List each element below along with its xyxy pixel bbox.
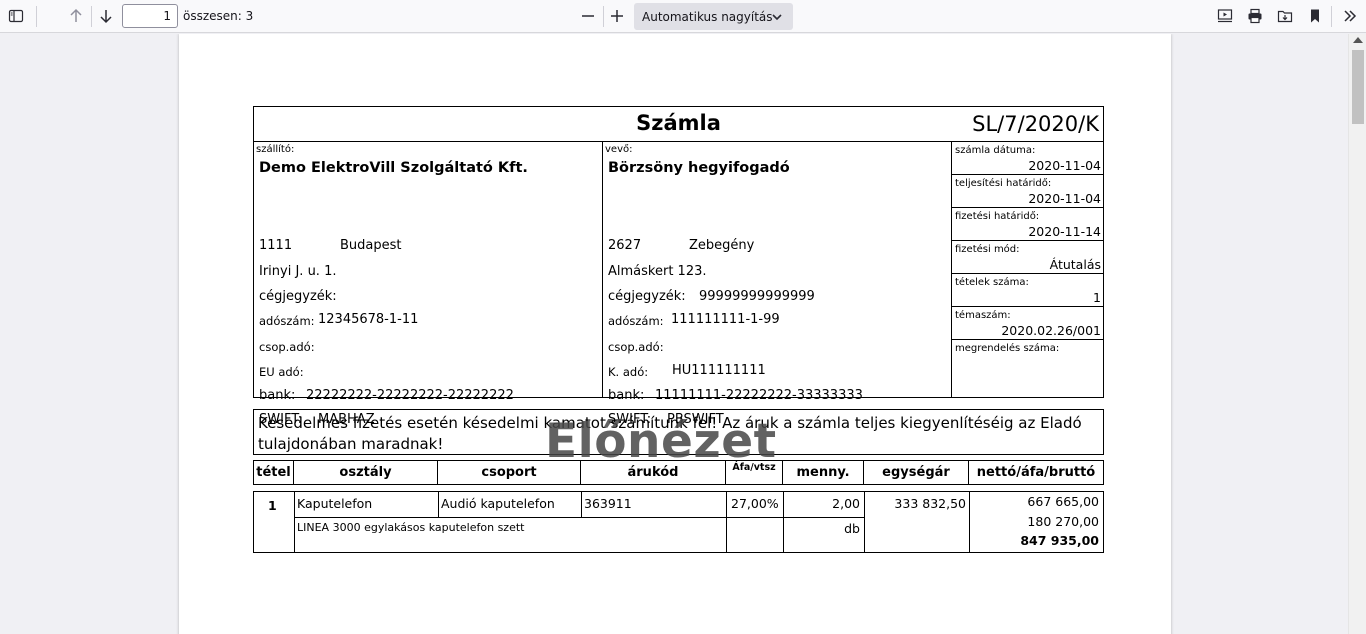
invoice-meta-box: számla dátuma: 2020-11-04 teljesítési ha… [951, 141, 1104, 398]
column-header-code: árukód [581, 461, 726, 484]
zoom-select-label: Automatikus nagyítás [642, 9, 773, 24]
buyer-bank-value: 11111111-22222222-33333333 [655, 388, 863, 403]
seller-zip: 1111 [259, 238, 293, 253]
buyer-box: vevő: Börzsöny hegyifogadó 2627 Zebegény… [602, 141, 952, 427]
bookmark-icon[interactable] [1302, 3, 1328, 29]
seller-street: Irinyi J. u. 1. [259, 264, 337, 279]
buyer-tax-label: adószám: [608, 314, 664, 328]
row-item-number: 1 [268, 498, 277, 513]
buyer-reg-value: 99999999999999 [699, 289, 815, 304]
double-chevron-right-icon[interactable] [1337, 3, 1363, 29]
print-icon[interactable] [1242, 3, 1268, 29]
column-header-group: csoport [438, 461, 581, 484]
seller-group-tax-label: csop.adó: [259, 340, 315, 354]
invoice-header: Számla SL/7/2020/K [253, 106, 1104, 142]
row-gross-amount: 847 935,00 [1020, 533, 1099, 548]
page-total-label: összesen: 3 [183, 9, 254, 23]
vertical-scrollbar[interactable] [1348, 34, 1366, 634]
seller-city: Budapest [340, 238, 402, 253]
column-header-unit-price: egységár [864, 461, 969, 484]
meta-row-item-count: tételek száma: 1 [952, 274, 1104, 307]
buyer-group-tax-label: csop.adó: [608, 340, 664, 354]
meta-row-topic-number: témaszám: 2020.02.26/001 [952, 307, 1104, 340]
row-unit-price: 333 832,50 [894, 496, 966, 511]
pdf-toolbar: összesen: 3 Automatikus nagyítás [0, 0, 1366, 33]
buyer-street: Almáskert 123. [608, 264, 707, 279]
row-code: 363911 [584, 496, 632, 511]
sidebar-toggle-icon[interactable] [3, 3, 29, 29]
buyer-tax-value: 111111111-1-99 [671, 312, 780, 327]
items-table-header: tétel osztály csoport árukód Áfa/vtsz me… [253, 460, 1104, 485]
buyer-k-tax-value: HU111111111 [672, 363, 766, 378]
seller-box: szállító: Demo ElektroVill Szolgáltató K… [253, 141, 603, 427]
chevron-down-icon [771, 11, 783, 26]
save-icon[interactable] [1272, 3, 1298, 29]
seller-tax-label: adószám: [259, 314, 315, 328]
row-vat-amount: 180 270,00 [1027, 514, 1099, 529]
buyer-bank-label: bank: [608, 388, 645, 403]
buyer-name: Börzsöny hegyifogadó [608, 160, 790, 176]
seller-tax-value: 12345678-1-11 [318, 312, 419, 327]
arrow-up-icon[interactable] [63, 3, 89, 29]
minus-icon[interactable] [575, 3, 601, 29]
buyer-city: Zebegény [689, 238, 755, 253]
column-header-amounts: nettó/áfa/bruttó [976, 465, 1096, 480]
zoom-select[interactable]: Automatikus nagyítás [634, 3, 793, 30]
seller-label: szállító: [256, 144, 295, 155]
row-quantity: 2,00 [832, 496, 860, 511]
seller-bank-value: 22222222-22222222-22222222 [306, 388, 514, 403]
row-group: Audió kaputelefon [441, 496, 555, 511]
seller-reg-label: cégjegyzék: [259, 289, 337, 304]
meta-row-fulfilment-date: teljesítési határidő: 2020-11-04 [952, 175, 1104, 208]
row-unit: db [844, 521, 860, 536]
row-description: LINEA 3000 egylakásos kaputelefon szett [297, 521, 525, 534]
buyer-zip: 2627 [608, 238, 642, 253]
document-viewer[interactable]: Számla SL/7/2020/K szállító: Demo Elektr… [0, 34, 1348, 634]
buyer-label: vevő: [605, 144, 633, 155]
meta-row-payment-method: fizetési mód: Átutalás [952, 241, 1104, 274]
seller-bank-label: bank: [259, 388, 296, 403]
column-header-vat: Áfa/vtsz [726, 461, 783, 484]
buyer-reg-label: cégjegyzék: [608, 289, 686, 304]
row-net-amount: 667 665,00 [1027, 494, 1099, 509]
table-row: 1 Kaputelefon Audió kaputelefon 363911 2… [253, 491, 1104, 553]
scroll-up-icon[interactable] [1353, 37, 1363, 43]
meta-row-order-number: megrendelés száma: [955, 343, 1060, 354]
buyer-k-tax-label: K. adó: [608, 365, 649, 379]
invoice-number: SL/7/2020/K [972, 112, 1099, 136]
arrow-down-icon[interactable] [93, 3, 119, 29]
row-vat-rate: 27,00% [731, 496, 779, 511]
meta-row-due-date: fizetési határidő: 2020-11-14 [952, 208, 1104, 241]
column-header-item: tétel [254, 461, 294, 484]
page-number-input[interactable] [122, 4, 178, 28]
row-class: Kaputelefon [297, 496, 373, 511]
column-header-quantity: menny. [783, 461, 864, 484]
document-page: Számla SL/7/2020/K szállító: Demo Elektr… [179, 34, 1171, 634]
presentation-icon[interactable] [1212, 3, 1238, 29]
plus-icon[interactable] [604, 3, 630, 29]
scrollbar-thumb[interactable] [1352, 50, 1364, 124]
meta-row-invoice-date: számla dátuma: 2020-11-04 [952, 142, 1104, 175]
seller-name: Demo ElektroVill Szolgáltató Kft. [259, 160, 528, 176]
seller-eu-tax-label: EU adó: [259, 365, 304, 379]
column-header-class: osztály [294, 461, 438, 484]
